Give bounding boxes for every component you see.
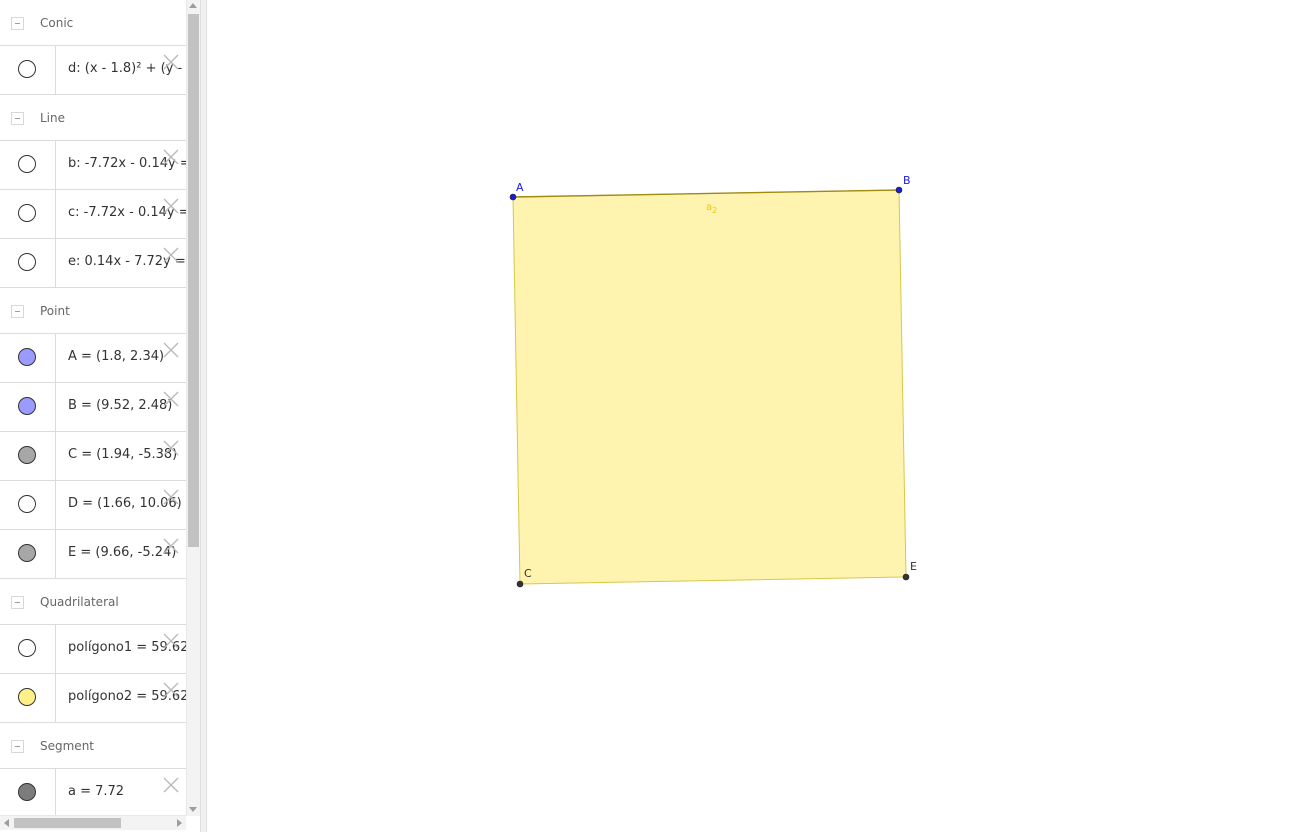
- collapse-toggle-icon[interactable]: [11, 596, 24, 609]
- point-C-dot[interactable]: [516, 580, 524, 588]
- visibility-cell: [0, 769, 56, 817]
- visibility-cell: [0, 432, 56, 480]
- collapse-toggle-icon[interactable]: [11, 112, 24, 125]
- visibility-toggle-icon[interactable]: [18, 60, 36, 78]
- group-label: Segment: [40, 739, 94, 753]
- group-label: Quadrilateral: [40, 595, 119, 609]
- visibility-cell: [0, 383, 56, 431]
- visibility-toggle-icon[interactable]: [18, 639, 36, 657]
- algebra-item[interactable]: polígono2 = 59.62: [0, 674, 186, 723]
- algebra-item[interactable]: b: -7.72x - 0.14y = -13.57: [0, 141, 186, 190]
- collapse-toggle-icon[interactable]: [11, 740, 24, 753]
- algebra-item[interactable]: a = 7.72: [0, 769, 186, 818]
- collapse-toggle-icon[interactable]: [11, 305, 24, 318]
- algebra-item[interactable]: d: (x - 1.8)² + (y - 2.34)² = 59.62: [0, 46, 186, 95]
- group-header: Segment: [0, 723, 186, 769]
- horizontal-scroll-thumb[interactable]: [14, 818, 121, 828]
- visibility-toggle-icon[interactable]: [18, 544, 36, 562]
- delete-icon[interactable]: [162, 776, 180, 794]
- visibility-cell: [0, 239, 56, 287]
- algebra-item[interactable]: C = (1.94, -5.38): [0, 432, 186, 481]
- point-B-label: B: [903, 174, 911, 187]
- delete-icon[interactable]: [162, 197, 180, 215]
- algebra-item[interactable]: A = (1.8, 2.34): [0, 334, 186, 383]
- visibility-cell: [0, 141, 56, 189]
- algebra-item[interactable]: polígono1 = 59.62: [0, 625, 186, 674]
- visibility-toggle-icon[interactable]: [18, 348, 36, 366]
- delete-icon[interactable]: [162, 537, 180, 555]
- visibility-toggle-icon[interactable]: [18, 397, 36, 415]
- point-B[interactable]: B: [895, 174, 911, 194]
- delete-icon[interactable]: [162, 632, 180, 650]
- group-header: Conic: [0, 0, 186, 46]
- visibility-toggle-icon[interactable]: [18, 495, 36, 513]
- algebra-view: Conic d: (x - 1.8)² + (y - 2.34)² = 59.62…: [0, 0, 200, 832]
- delete-icon[interactable]: [162, 341, 180, 359]
- vertical-scroll-thumb[interactable]: [188, 14, 199, 547]
- visibility-toggle-icon[interactable]: [18, 204, 36, 222]
- scroll-right-arrow-icon[interactable]: [177, 819, 182, 827]
- point-E-label: E: [910, 560, 917, 573]
- point-C-label: C: [524, 567, 532, 580]
- delete-icon[interactable]: [162, 390, 180, 408]
- polygon-polígono2[interactable]: [512, 189, 907, 585]
- visibility-toggle-icon[interactable]: [18, 446, 36, 464]
- delete-icon[interactable]: [162, 246, 180, 264]
- algebra-item[interactable]: E = (9.66, -5.24): [0, 530, 186, 579]
- algebra-item[interactable]: e: 0.14x - 7.72y = 41.61: [0, 239, 186, 288]
- point-A-dot[interactable]: [509, 193, 517, 201]
- scroll-down-arrow-icon[interactable]: [189, 807, 197, 812]
- delete-icon[interactable]: [162, 53, 180, 71]
- view-splitter[interactable]: [200, 0, 207, 832]
- visibility-toggle-icon[interactable]: [18, 155, 36, 173]
- visibility-toggle-icon[interactable]: [18, 253, 36, 271]
- group-header: Line: [0, 95, 186, 141]
- delete-icon[interactable]: [162, 681, 180, 699]
- delete-icon[interactable]: [162, 488, 180, 506]
- group-label: Point: [40, 304, 70, 318]
- group-label: Line: [40, 111, 66, 125]
- group-header: Quadrilateral: [0, 579, 186, 625]
- point-B-dot[interactable]: [895, 186, 903, 194]
- visibility-cell: [0, 674, 56, 722]
- visibility-cell: [0, 334, 56, 382]
- collapse-toggle-icon[interactable]: [11, 17, 24, 30]
- visibility-cell: [0, 625, 56, 673]
- algebra-item[interactable]: B = (9.52, 2.48): [0, 383, 186, 432]
- algebra-item[interactable]: c: -7.72x - 0.14y = -15.72: [0, 190, 186, 239]
- graphics-canvas[interactable]: a2 A B C E: [207, 0, 1298, 832]
- visibility-toggle-icon[interactable]: [18, 688, 36, 706]
- delete-icon[interactable]: [162, 439, 180, 457]
- group-label: Conic: [40, 16, 74, 30]
- horizontal-scrollbar[interactable]: [0, 815, 186, 830]
- algebra-item[interactable]: D = (1.66, 10.06): [0, 481, 186, 530]
- graphics-view[interactable]: a2 A B C E: [207, 0, 1298, 832]
- scroll-left-arrow-icon[interactable]: [4, 819, 9, 827]
- point-A-label: A: [516, 181, 524, 194]
- algebra-list: Conic d: (x - 1.8)² + (y - 2.34)² = 59.62…: [0, 0, 186, 818]
- scroll-up-arrow-icon[interactable]: [189, 3, 197, 8]
- delete-icon[interactable]: [162, 148, 180, 166]
- visibility-cell: [0, 46, 56, 94]
- vertical-scrollbar[interactable]: [186, 0, 200, 816]
- visibility-cell: [0, 190, 56, 238]
- visibility-cell: [0, 530, 56, 578]
- group-header: Point: [0, 288, 186, 334]
- visibility-cell: [0, 481, 56, 529]
- point-E-dot[interactable]: [902, 573, 910, 581]
- visibility-toggle-icon[interactable]: [18, 783, 36, 801]
